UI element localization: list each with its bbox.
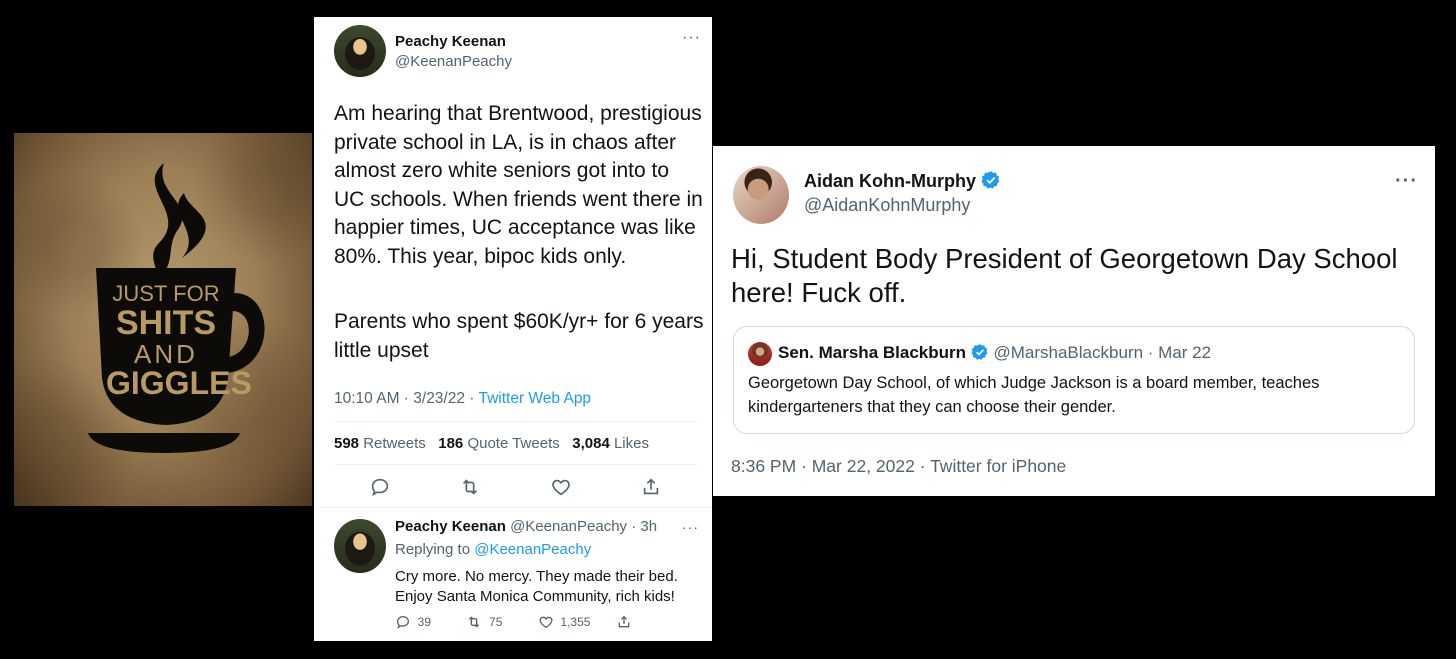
replying-to: Replying to @KeenanPeachy — [395, 541, 592, 558]
reply-like-button[interactable]: 1,355 — [538, 615, 594, 629]
reply-more-icon[interactable]: ··· — [682, 519, 699, 535]
author-name-row: Aidan Kohn-Murphy — [804, 170, 1001, 192]
divider — [334, 464, 698, 465]
tweet-source[interactable]: Twitter Web App — [478, 390, 591, 407]
tweet-meta: 10:10 AM · 3/23/22 · Twitter Web App — [334, 390, 591, 408]
author-handle[interactable]: @KeenanPeachy — [395, 53, 512, 70]
quoted-handle-date[interactable]: @MarshaBlackburn · Mar 22 — [993, 343, 1211, 362]
like-icon[interactable] — [550, 476, 572, 498]
quote-stat[interactable]: 186 Quote Tweets — [438, 435, 559, 452]
share-icon[interactable] — [640, 476, 662, 498]
replying-to-handle[interactable]: @KeenanPeachy — [474, 541, 591, 558]
reply-header: Peachy Keenan @KeenanPeachy · 3h — [395, 518, 657, 535]
like-icon — [539, 616, 553, 629]
poster-line3: AND — [134, 339, 198, 369]
avatar[interactable] — [334, 25, 386, 77]
author-name[interactable]: Peachy Keenan — [395, 33, 506, 50]
poster-line2: SHITS — [115, 304, 217, 342]
tweet-body-2: Parents who spent $60K/yr+ for 6 years l… — [334, 310, 704, 362]
tweet-timestamp[interactable]: 10:10 AM · 3/23/22 · — [334, 390, 478, 407]
retweet-icon — [469, 616, 480, 628]
reply-avatar[interactable] — [334, 519, 386, 573]
share-icon — [618, 615, 630, 628]
avatar[interactable] — [733, 166, 789, 224]
reply-icon[interactable] — [369, 476, 391, 498]
more-options-icon[interactable]: ··· — [1395, 170, 1418, 193]
reply-icon — [396, 615, 410, 629]
more-options-icon[interactable]: ··· — [682, 29, 701, 47]
reply-actions: 39 75 1,355 — [395, 614, 632, 630]
reply-author-name[interactable]: Peachy Keenan — [395, 518, 506, 535]
author-handle[interactable]: @AidanKohnMurphy — [804, 195, 970, 216]
reply-reply-button[interactable]: 39 — [395, 615, 434, 629]
engagement-stats: 598 Retweets 186 Quote Tweets 3,084 Like… — [334, 435, 649, 452]
tweet-timestamp[interactable]: 8:36 PM · Mar 22, 2022 · Twitter for iPh… — [731, 456, 1066, 477]
like-stat[interactable]: 3,084 Likes — [572, 435, 649, 452]
verified-badge-icon — [971, 344, 988, 360]
tweet-peachy-keenan: Peachy Keenan @KeenanPeachy ··· Am heari… — [314, 17, 712, 641]
quoted-header: Sen. Marsha Blackburn @MarshaBlackburn ·… — [778, 343, 1211, 363]
tweet-body: Hi, Student Body President of Georgetown… — [731, 243, 1398, 308]
poster-line1: JUST FOR — [112, 281, 220, 306]
coffee-poster-image: JUST FOR SHITS AND GIGGLES — [14, 133, 312, 506]
quoted-avatar[interactable] — [748, 342, 772, 366]
reply-handle-time[interactable]: @KeenanPeachy · 3h — [510, 518, 657, 535]
retweet-icon[interactable] — [459, 476, 481, 498]
poster-line4: GIGGLES — [106, 365, 252, 401]
reply-text: Cry more. No mercy. They made their bed.… — [395, 568, 678, 605]
quoted-text: Georgetown Day School, of which Judge Ja… — [748, 374, 1320, 416]
quoted-tweet[interactable]: Sen. Marsha Blackburn @MarshaBlackburn ·… — [733, 326, 1415, 434]
retweet-stat[interactable]: 598 Retweets — [334, 435, 426, 452]
reply-retweet-button[interactable]: 75 — [466, 615, 505, 629]
verified-badge-icon — [981, 171, 1000, 189]
quoted-author-name[interactable]: Sen. Marsha Blackburn — [778, 343, 966, 362]
tweet-body: Am hearing that Brentwood, prestigious p… — [334, 102, 703, 268]
reply-share-button[interactable] — [616, 615, 632, 629]
tweet-aidan-kohn-murphy: Aidan Kohn-Murphy @AidanKohnMurphy ··· H… — [713, 146, 1435, 496]
divider — [334, 421, 698, 422]
divider — [314, 507, 712, 508]
author-name[interactable]: Aidan Kohn-Murphy — [804, 171, 976, 191]
